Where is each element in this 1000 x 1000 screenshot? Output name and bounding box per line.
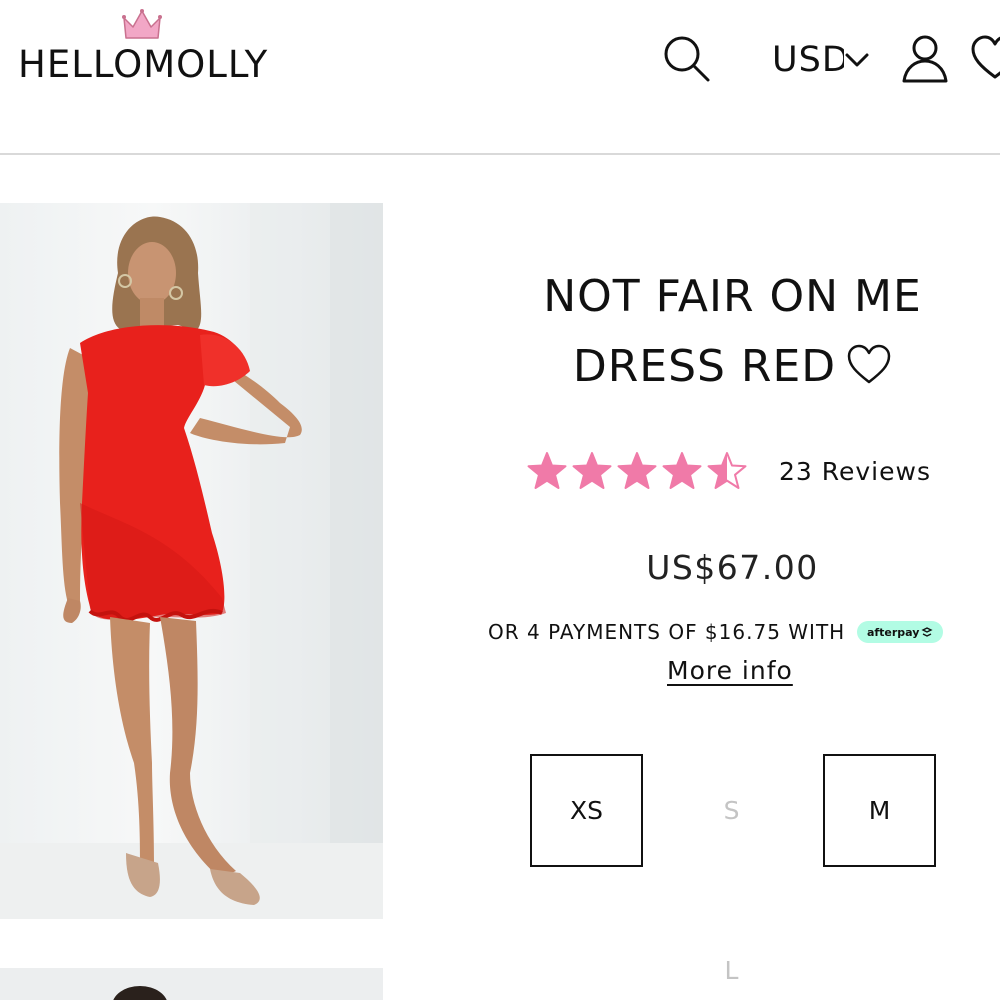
user-icon[interactable]	[900, 33, 950, 83]
rating-stars	[527, 451, 752, 491]
size-option-xs[interactable]: XS	[530, 754, 643, 867]
size-option-s: S	[723, 796, 740, 825]
heart-icon[interactable]	[970, 33, 1000, 83]
product-title: NOT FAIR ON ME DRESS RED	[470, 262, 995, 402]
reviews-link[interactable]: 23 Reviews	[779, 457, 931, 486]
currency-selector[interactable]: USD	[772, 38, 870, 82]
logo[interactable]: HELLOMOLLY	[18, 9, 269, 90]
star-half-icon	[707, 452, 747, 489]
product-title-line2: DRESS RED	[572, 341, 837, 392]
product-price: US$67.00	[646, 548, 819, 587]
chevron-down-icon	[845, 53, 869, 67]
site-header: HELLOMOLLY USD	[0, 0, 1000, 155]
star-full-icon	[617, 452, 657, 489]
star-full-icon	[662, 452, 702, 489]
star-full-icon	[527, 452, 567, 489]
installments-text: OR 4 PAYMENTS OF $16.75 WITH	[488, 620, 846, 644]
logo-text: HELLOMOLLY	[18, 43, 269, 86]
afterpay-label: afterpay	[866, 625, 920, 639]
afterpay-logo-icon	[921, 627, 934, 637]
installments-info: OR 4 PAYMENTS OF $16.75 WITH afterpay	[488, 617, 944, 647]
product-image-secondary[interactable]	[0, 968, 383, 1000]
product-title-line2-wrap: DRESS RED	[470, 332, 995, 402]
afterpay-badge: afterpay	[857, 621, 944, 643]
size-option-m[interactable]: M	[823, 754, 936, 867]
more-info-link[interactable]: More info	[667, 656, 793, 685]
product-title-line1: NOT FAIR ON ME	[543, 271, 922, 322]
crown-icon	[122, 9, 162, 39]
product-photo-secondary	[113, 986, 167, 1000]
star-full-icon	[572, 452, 612, 489]
product-image-main[interactable]	[0, 203, 383, 919]
wishlist-heart-icon[interactable]	[846, 343, 892, 385]
currency-label: USD	[772, 40, 844, 80]
product-photo	[0, 203, 383, 919]
product-rating[interactable]: 23 Reviews	[527, 446, 931, 496]
search-icon[interactable]	[660, 33, 712, 83]
size-option-l: L	[724, 955, 739, 985]
